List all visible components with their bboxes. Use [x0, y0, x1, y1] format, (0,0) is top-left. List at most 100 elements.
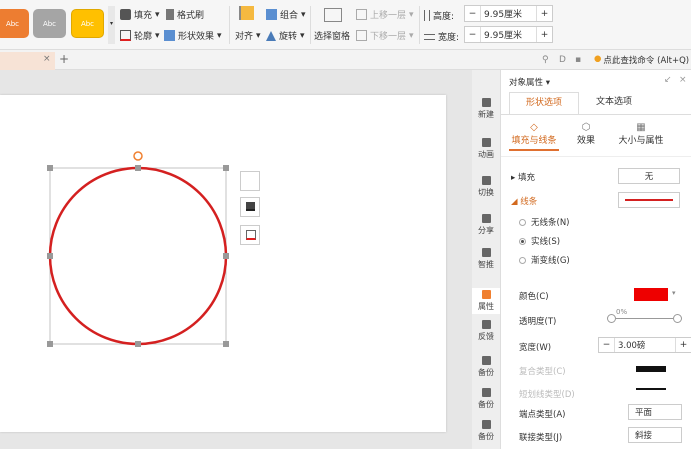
transparency-slider[interactable]: 0%: [607, 308, 682, 329]
line-width-stepper[interactable]: − 3.00磅 +: [598, 337, 691, 353]
outline-button[interactable]: 轮廓 ▾: [120, 29, 160, 42]
size-icon: ▦: [636, 122, 646, 133]
group-label: 组合: [280, 11, 299, 21]
width-plus-button[interactable]: +: [536, 27, 552, 42]
width-label: 宽度(W): [519, 343, 552, 353]
tool-icon-3[interactable]: ▪: [575, 55, 581, 65]
ribbon: Abc Abc Abc ▾ 填充 ▾ 格式刷 轮廓 ▾ 形状效果 ▾ 对齐 ▾ 组合 ▾ …: [0, 0, 691, 50]
styles-more-button[interactable]: ▾: [108, 6, 115, 44]
slide-canvas[interactable]: [0, 95, 446, 432]
radio-label: 渐变线(G): [531, 256, 570, 266]
fill-line-icon: ◇: [530, 122, 538, 133]
width-minus-button[interactable]: −: [465, 27, 481, 42]
height-stepper[interactable]: − 9.95厘米 +: [464, 5, 553, 22]
fill-button[interactable]: 填充 ▾: [120, 8, 160, 21]
fill-dropdown[interactable]: 无: [618, 168, 680, 184]
height-input[interactable]: 9.95厘米: [481, 6, 536, 21]
sidebar-item[interactable]: 备份: [472, 356, 500, 378]
line-width-input[interactable]: 3.00磅: [615, 338, 675, 352]
send-backward-button[interactable]: 下移一层 ▾: [356, 29, 414, 42]
line-section-label: 线条: [520, 197, 538, 207]
height-plus-button[interactable]: +: [536, 6, 552, 21]
sidebar-item[interactable]: 备份: [472, 388, 500, 410]
sidebar-item[interactable]: 备份: [472, 420, 500, 442]
compound-type-dropdown[interactable]: [636, 366, 666, 372]
height-minus-button[interactable]: −: [465, 6, 481, 21]
dash-type-label: 短划线类型(D): [519, 390, 575, 400]
group-button[interactable]: 组合 ▾: [266, 8, 306, 21]
sidebar-item-icon: [481, 320, 491, 329]
fill-section-label: 填充: [517, 173, 535, 183]
circle-shape[interactable]: [48, 166, 228, 346]
float-outline-button[interactable]: [240, 225, 260, 245]
command-search[interactable]: ● 点此查找命令 (Alt+Q): [594, 54, 689, 66]
sidebar-item-label: 反馈: [478, 332, 494, 341]
sidebar-item[interactable]: 分享: [472, 214, 500, 236]
cube-icon: ⬡: [581, 122, 591, 133]
sidebar-item-label: 智推: [478, 260, 494, 269]
line-section-toggle[interactable]: ◢ 线条: [511, 195, 537, 207]
tab-text-options[interactable]: 文本选项: [579, 92, 649, 114]
sidebar-item[interactable]: 切换: [472, 176, 500, 198]
tool-icon-2[interactable]: D: [559, 55, 566, 65]
color-dropdown-arrow[interactable]: ▾: [672, 289, 676, 297]
rotate-button[interactable]: 旋转 ▾: [266, 29, 305, 42]
fill-bucket-icon: [246, 202, 255, 211]
line-preview-dropdown[interactable]: [618, 192, 680, 208]
selection-pane-button[interactable]: 选择窗格: [314, 29, 350, 42]
sidebar-item-icon: [481, 290, 491, 299]
outline-icon: [246, 230, 256, 240]
sidebar-item[interactable]: 属性: [472, 288, 500, 314]
float-edit-shape-button[interactable]: [240, 171, 260, 191]
line-width-minus[interactable]: −: [599, 338, 615, 352]
radio-solid-line[interactable]: 实线(S): [519, 235, 560, 247]
fill-bucket-icon: [120, 9, 131, 20]
shape-style-3[interactable]: Abc: [71, 9, 104, 38]
radio-gradient-line[interactable]: 渐变线(G): [519, 254, 570, 266]
close-tab-icon[interactable]: ×: [43, 54, 51, 64]
subtab-effects[interactable]: ⬡ 效果: [571, 122, 601, 146]
sidebar-item[interactable]: 新建: [472, 98, 500, 120]
bring-forward-button[interactable]: 上移一层 ▾: [356, 8, 414, 21]
shape-style-2[interactable]: Abc: [33, 9, 66, 38]
radio-no-line[interactable]: 无线条(N): [519, 216, 570, 228]
pin-icon[interactable]: ↙: [664, 75, 672, 85]
dash-type-dropdown[interactable]: [636, 388, 666, 390]
group-icon: [266, 9, 277, 20]
align-button[interactable]: 对齐 ▾: [235, 29, 261, 43]
sidebar-item-label: 备份: [478, 432, 494, 441]
format-painter-button[interactable]: 格式刷: [166, 8, 204, 21]
width-stepper[interactable]: − 9.95厘米 +: [464, 26, 553, 43]
close-icon[interactable]: ×: [679, 75, 687, 85]
shape-effects-button[interactable]: 形状效果 ▾: [164, 29, 222, 42]
rotate-handle[interactable]: [133, 151, 143, 161]
bring-forward-label: 上移一层: [370, 11, 407, 21]
width-input[interactable]: 9.95厘米: [481, 27, 536, 42]
float-fill-button[interactable]: [240, 197, 260, 217]
cap-type-dropdown[interactable]: 平面: [628, 404, 682, 420]
outline-label: 轮廓: [134, 32, 153, 42]
rotate-label: 旋转: [279, 32, 298, 42]
sidebar-item[interactable]: 反馈: [472, 320, 500, 342]
line-width-plus[interactable]: +: [675, 338, 691, 352]
fill-section-toggle[interactable]: ▸ 填充: [511, 171, 535, 183]
document-tab[interactable]: ×: [0, 52, 55, 70]
style-label: Abc: [80, 19, 95, 28]
radio-label: 无线条(N): [531, 218, 570, 228]
sidebar-item[interactable]: 智推: [472, 248, 500, 270]
color-swatch[interactable]: [634, 288, 668, 301]
resize-handles[interactable]: [47, 165, 229, 347]
shape-style-1[interactable]: Abc: [0, 9, 29, 38]
sidebar-item[interactable]: 动画: [472, 138, 500, 160]
width-label: 宽度:: [424, 30, 459, 43]
panel-title[interactable]: 对象属性 ▾: [509, 76, 550, 88]
subtab-size-properties[interactable]: ▦ 大小与属性: [611, 122, 671, 146]
sidebar-item-icon: [481, 420, 491, 429]
join-type-dropdown[interactable]: 斜接: [628, 427, 682, 443]
sidebar-item-label: 切换: [478, 188, 494, 197]
tab-shape-options[interactable]: 形状选项: [509, 92, 579, 114]
tool-icon-1[interactable]: ⚲: [542, 55, 549, 65]
new-tab-button[interactable]: +: [59, 52, 69, 66]
subtab-fill-line[interactable]: ◇ 填充与线条: [509, 122, 559, 151]
subtab-label: 填充与线条: [511, 136, 557, 146]
